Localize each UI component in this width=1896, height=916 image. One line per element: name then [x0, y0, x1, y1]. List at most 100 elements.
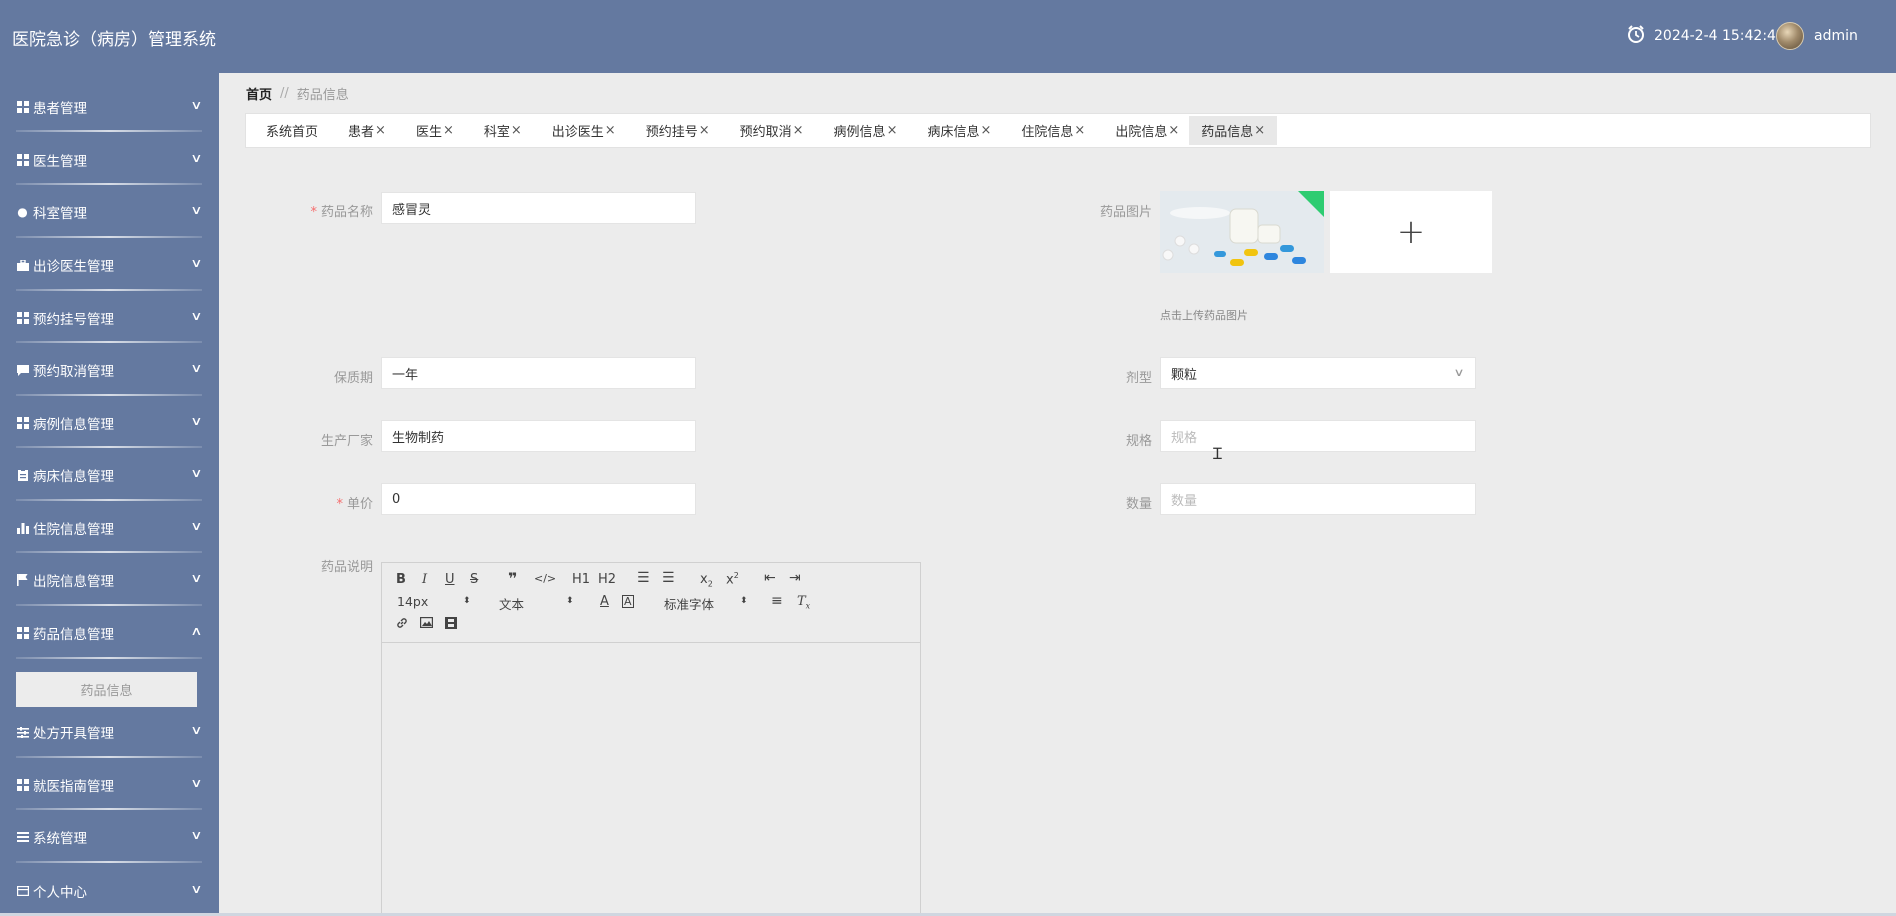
tab-discharge[interactable]: 出院信息 × [1095, 116, 1189, 145]
flag-icon [16, 574, 29, 587]
close-icon[interactable]: × [793, 123, 804, 138]
tab-home[interactable]: 系统首页 [248, 116, 328, 145]
background-color-icon[interactable]: A [622, 595, 634, 608]
spec-input[interactable]: 规格 [1160, 420, 1476, 452]
font-family-select[interactable]: 标准字体 ⬍ [664, 594, 748, 613]
close-icon[interactable]: × [980, 123, 991, 138]
tab-doctors[interactable]: 医生 × [396, 116, 464, 145]
close-icon[interactable]: × [375, 123, 386, 138]
sidebar-item-profile[interactable]: 个人中心 ∨ [0, 865, 219, 916]
tab-label: 患者 [348, 125, 375, 140]
breadcrumb: 首页 // 药品信息 [246, 84, 349, 103]
image-icon[interactable] [420, 617, 434, 631]
clipboard-icon [16, 469, 29, 482]
indent-icon[interactable]: ⇥ [789, 571, 801, 585]
divider [16, 756, 202, 758]
video-icon[interactable] [445, 617, 457, 632]
price-input[interactable]: 0 [381, 483, 696, 515]
bullet-list-icon[interactable]: ☰ [662, 571, 675, 585]
close-icon[interactable]: × [1074, 123, 1085, 138]
code-icon[interactable]: </> [534, 573, 556, 584]
close-icon[interactable]: × [699, 123, 710, 138]
tab-label: 病例信息 [833, 125, 886, 140]
sidebar-item-beds[interactable]: 病床信息管理 ∨ [0, 449, 219, 501]
header-select[interactable]: 文本 ⬍ [499, 594, 574, 613]
align-icon[interactable]: ≡ [771, 594, 783, 608]
sidebar-item-doctors[interactable]: 医生管理 ∨ [0, 134, 219, 186]
strike-icon[interactable]: S [470, 573, 478, 586]
link-icon[interactable] [396, 617, 408, 632]
sidebar-item-drugs[interactable]: 药品信息管理 ∧ [0, 607, 219, 659]
close-icon[interactable]: × [887, 123, 898, 138]
tab-patients[interactable]: 患者 × [328, 116, 396, 145]
dosage-form-select[interactable]: 颗粒 ∨ [1160, 357, 1476, 389]
editor-toolbar: B I U S ❞ </> H1 H2 ☰ ☰ x2 x2 ⇤ ⇥ 14px ⬍ … [382, 563, 920, 643]
tab-drugs[interactable]: 药品信息 × [1189, 116, 1278, 145]
drug-name-input[interactable]: 感冒灵 [381, 192, 696, 224]
sidebar-item-discharge[interactable]: 出院信息管理 ∨ [0, 554, 219, 606]
spec-label: 规格 [1125, 434, 1152, 449]
quantity-input[interactable]: 数量 [1160, 483, 1476, 515]
chevron-down-icon: ∨ [190, 828, 203, 842]
upload-hint: 点击上传药品图片 [1160, 309, 1248, 322]
tab-cancellations[interactable]: 预约取消 × [720, 116, 814, 145]
close-icon[interactable]: × [1168, 123, 1179, 138]
shelf-life-input[interactable]: 一年 [381, 357, 696, 389]
divider [16, 289, 202, 291]
tab-beds[interactable]: 病床信息 × [907, 116, 1001, 145]
clear-format-icon[interactable]: Tx [797, 595, 810, 611]
sidebar-item-prescriptions[interactable]: 处方开具管理 ∨ [0, 706, 219, 758]
close-icon[interactable]: × [443, 123, 454, 138]
tab-cases[interactable]: 病例信息 × [814, 116, 908, 145]
subscript-icon[interactable]: x2 [700, 573, 713, 589]
close-icon[interactable]: × [605, 123, 616, 138]
username[interactable]: admin [1814, 28, 1858, 44]
close-icon[interactable]: × [511, 123, 522, 138]
sidebar-item-patients[interactable]: 患者管理 ∨ [0, 81, 219, 133]
sidebar-item-cases[interactable]: 病例信息管理 ∨ [0, 397, 219, 449]
sidebar-item-cancellations[interactable]: 预约取消管理 ∨ [0, 344, 219, 396]
ordered-list-icon[interactable]: ☰ [637, 571, 650, 585]
font-color-icon[interactable]: A [600, 595, 609, 608]
sidebar-item-appointments[interactable]: 预约挂号管理 ∨ [0, 292, 219, 344]
bold-icon[interactable]: B [396, 573, 406, 586]
uploaded-corner-badge [1298, 191, 1324, 217]
sidebar-item-guides[interactable]: 就医指南管理 ∨ [0, 759, 219, 811]
blockquote-icon[interactable]: ❞ [508, 571, 517, 587]
breadcrumb-separator: // [280, 86, 289, 101]
drug-image-thumbnail[interactable] [1160, 191, 1324, 273]
tab-visiting-doctors[interactable]: 出诊医生 × [532, 116, 626, 145]
sidebar-item-visiting-doctors[interactable]: 出诊医生管理 ∨ [0, 239, 219, 291]
superscript-icon[interactable]: x2 [726, 572, 739, 587]
tab-hospitalization[interactable]: 住院信息 × [1001, 116, 1095, 145]
tab-label: 出院信息 [1115, 125, 1168, 140]
sidebar-item-system[interactable]: 系统管理 ∨ [0, 811, 219, 863]
avatar[interactable] [1776, 22, 1804, 50]
tab-departments[interactable]: 科室 × [464, 116, 532, 145]
sidebar-item-departments[interactable]: ● 科室管理 ∨ [0, 186, 219, 238]
grid-icon [16, 154, 29, 167]
font-size-select[interactable]: 14px ⬍ [397, 594, 471, 609]
italic-icon[interactable]: I [422, 573, 427, 586]
h2-icon[interactable]: H2 [598, 573, 616, 586]
breadcrumb-home[interactable]: 首页 [246, 84, 272, 103]
divider [16, 236, 202, 238]
dosage-form-label: 剂型 [1125, 371, 1152, 386]
tab-label: 药品信息 [1201, 125, 1254, 140]
h1-icon[interactable]: H1 [572, 573, 590, 586]
add-image-button[interactable]: + [1330, 191, 1492, 273]
underline-icon[interactable]: U [445, 573, 455, 586]
tab-label: 医生 [415, 125, 442, 140]
tab-appointments[interactable]: 预约挂号 × [626, 116, 720, 145]
rich-text-editor: B I U S ❞ </> H1 H2 ☰ ☰ x2 x2 ⇤ ⇥ 14px ⬍ … [381, 562, 921, 916]
manufacturer-input[interactable]: 生物制药 [381, 420, 696, 452]
submenu-item-drug-info[interactable]: 药品信息 [16, 672, 197, 707]
manufacturer-label: 生产厂家 [320, 434, 373, 449]
close-icon[interactable]: × [1254, 123, 1265, 138]
grid-icon [16, 312, 29, 325]
list-icon [16, 831, 29, 844]
editor-body[interactable] [382, 644, 920, 915]
user-menu[interactable]: admin [1776, 22, 1858, 50]
sidebar-item-hospitalization[interactable]: 住院信息管理 ∨ [0, 502, 219, 554]
outdent-icon[interactable]: ⇤ [764, 571, 776, 585]
